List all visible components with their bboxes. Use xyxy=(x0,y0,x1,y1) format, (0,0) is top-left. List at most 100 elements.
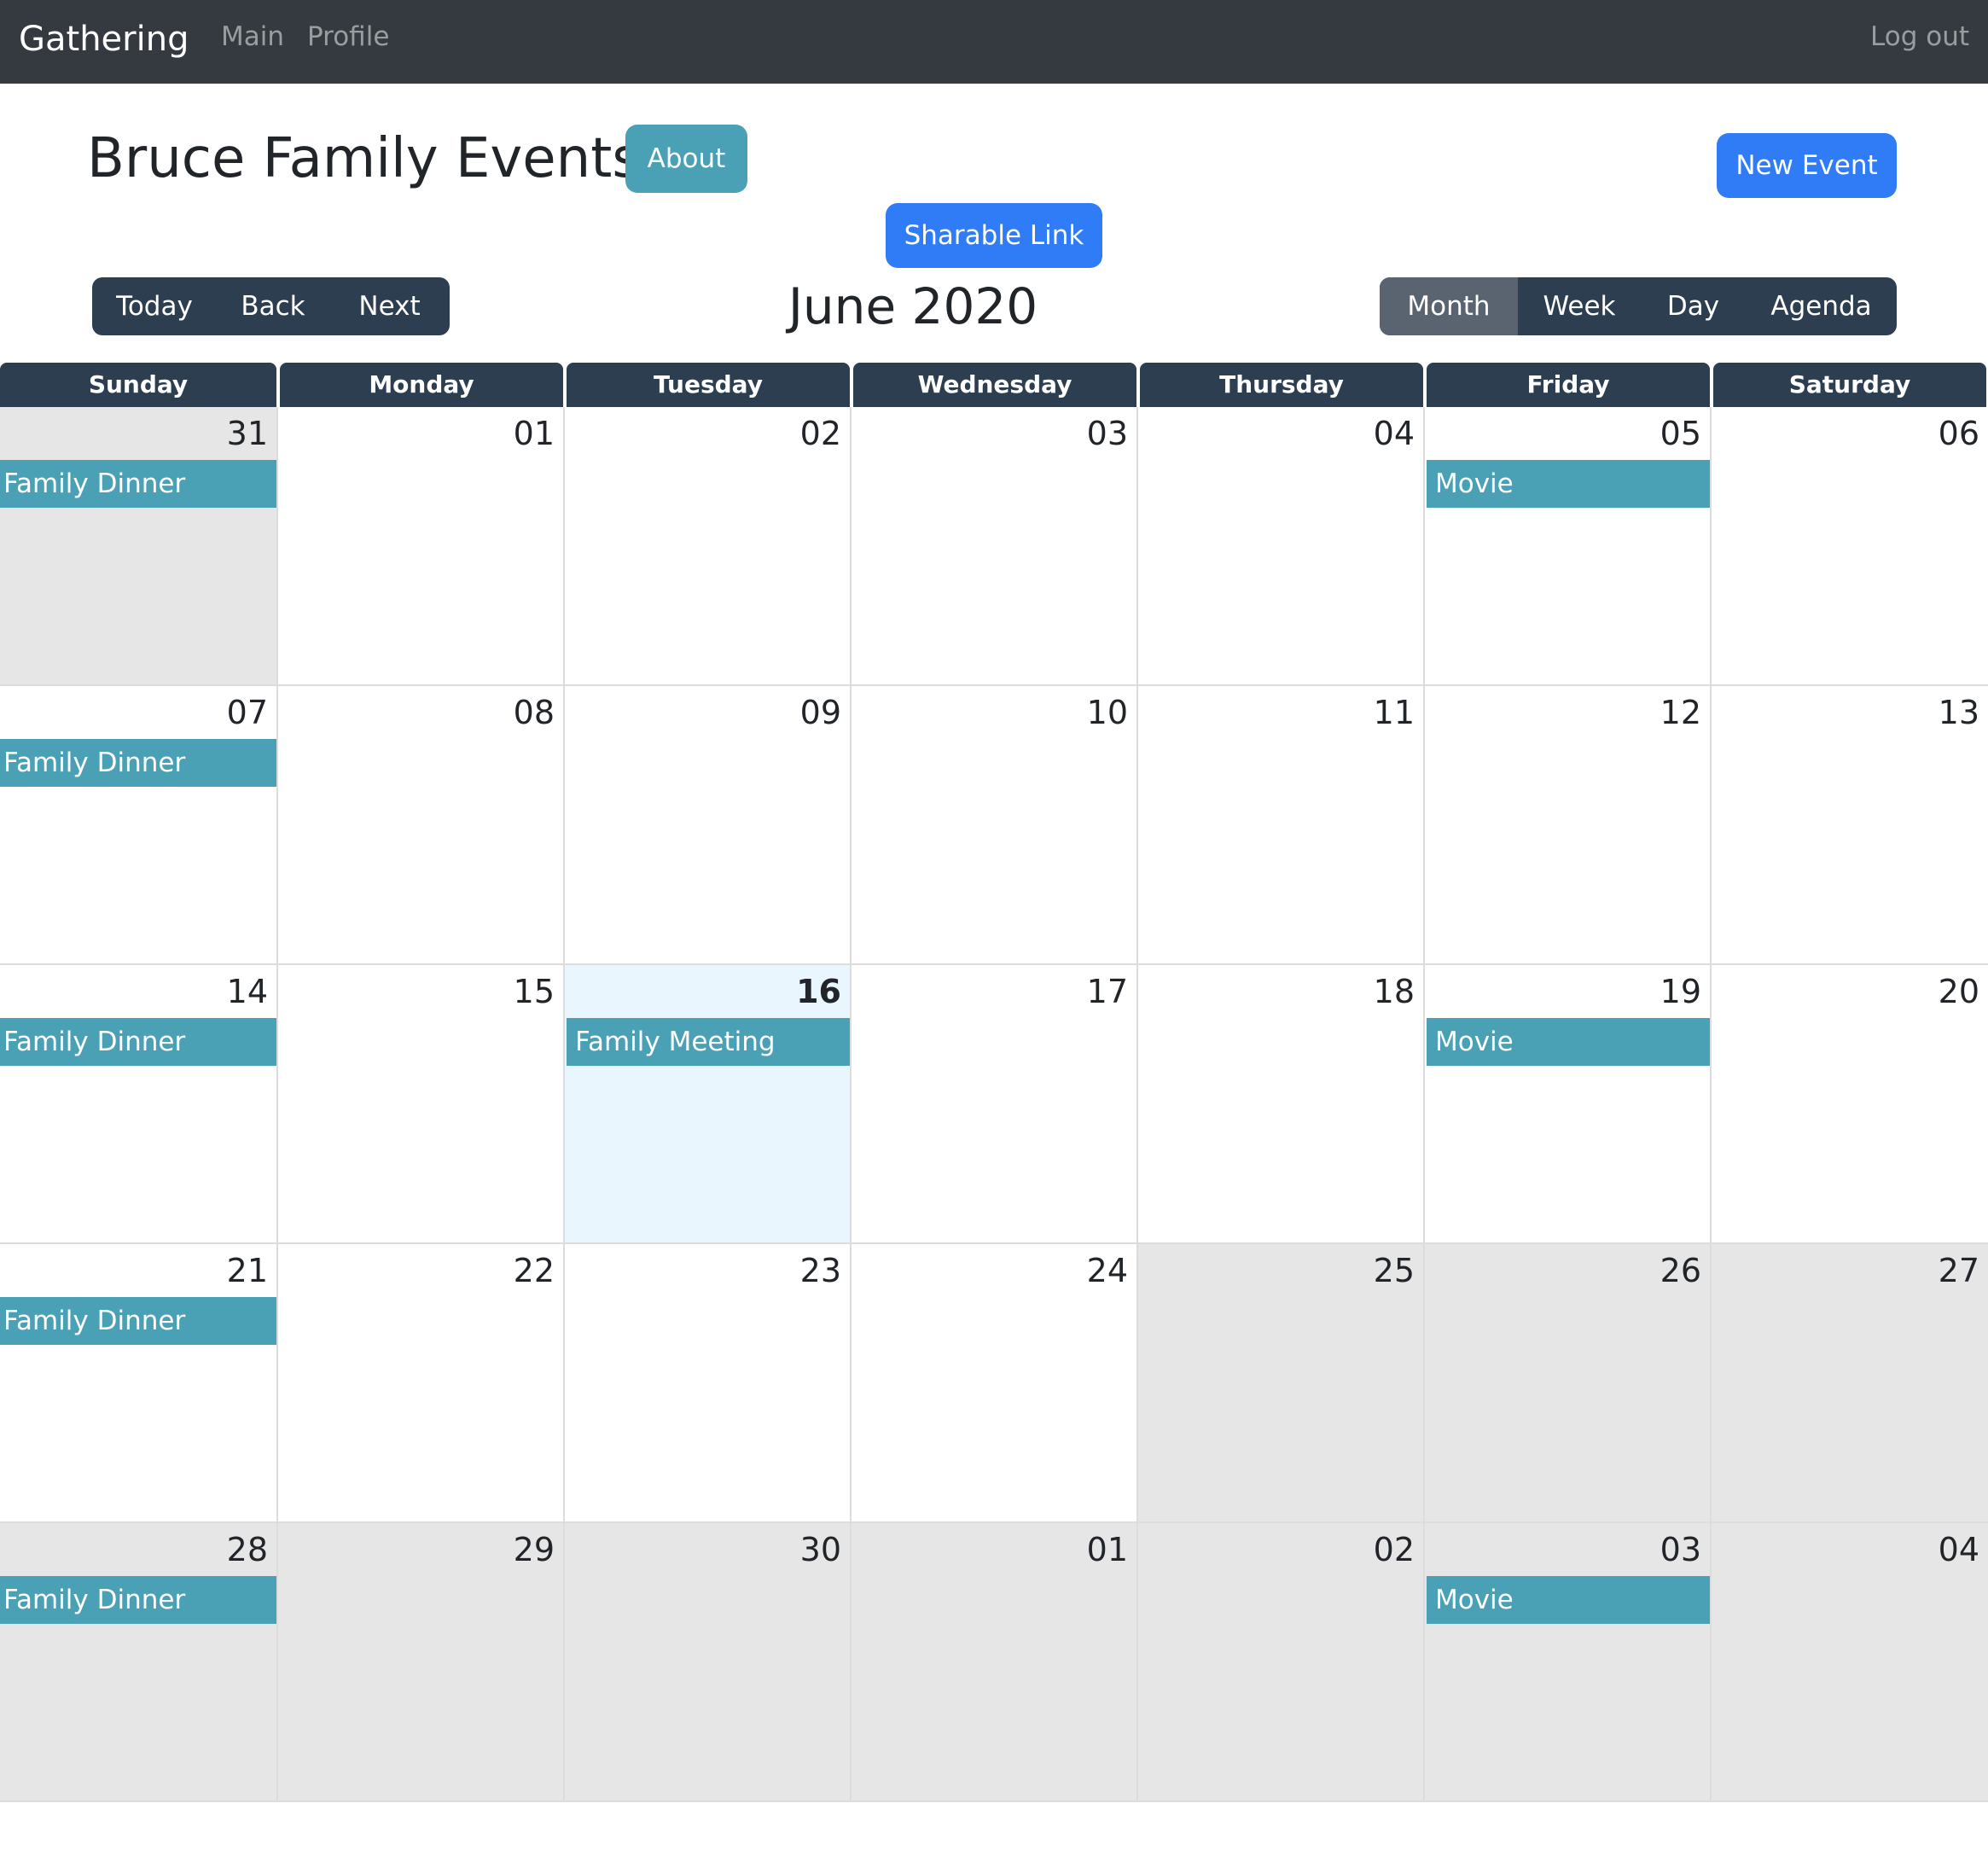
day-number[interactable]: 26 xyxy=(1660,1249,1701,1292)
calendar-day-cell[interactable]: 02 xyxy=(1138,1523,1425,1802)
day-number[interactable]: 07 xyxy=(227,691,268,734)
calendar-day-cell[interactable]: 19 Movie xyxy=(1425,965,1712,1244)
new-event-button[interactable]: New Event xyxy=(1717,133,1897,198)
day-number[interactable]: 19 xyxy=(1660,970,1701,1013)
nav-link-profile[interactable]: Profile xyxy=(307,0,389,84)
calendar-day-cell[interactable]: 21 Family Dinner xyxy=(0,1244,278,1523)
day-number[interactable]: 16 xyxy=(796,970,841,1013)
view-month-button[interactable]: Month xyxy=(1380,277,1518,335)
today-button[interactable]: Today xyxy=(92,277,217,335)
day-number[interactable]: 04 xyxy=(1939,1528,1979,1571)
day-number[interactable]: 31 xyxy=(227,412,268,455)
calendar-day-cell[interactable]: 04 xyxy=(1138,407,1425,686)
calendar-day-cell[interactable]: 10 xyxy=(852,686,1138,965)
calendar-day-cell[interactable]: 08 xyxy=(278,686,565,965)
calendar-day-cell[interactable]: 28 Family Dinner xyxy=(0,1523,278,1802)
calendar-event[interactable]: Family Dinner xyxy=(0,460,276,508)
calendar-day-cell[interactable]: 23 xyxy=(565,1244,852,1523)
day-number[interactable]: 27 xyxy=(1939,1249,1979,1292)
calendar-day-cell[interactable]: 24 xyxy=(852,1244,1138,1523)
calendar-day-cell[interactable]: 02 xyxy=(565,407,852,686)
brand-logo[interactable]: Gathering xyxy=(19,0,189,84)
weekday-header-tuesday: Tuesday xyxy=(567,363,850,407)
calendar-day-cell[interactable]: 07 Family Dinner xyxy=(0,686,278,965)
calendar-day-cell[interactable]: 31 Family Dinner xyxy=(0,407,278,686)
calendar-event[interactable]: Family Meeting xyxy=(567,1018,850,1066)
page-title: Bruce Family Events xyxy=(87,127,641,190)
day-number[interactable]: 15 xyxy=(514,970,555,1013)
calendar-day-cell[interactable]: 27 xyxy=(1712,1244,1988,1523)
day-number[interactable]: 04 xyxy=(1374,412,1415,455)
view-agenda-button[interactable]: Agenda xyxy=(1746,277,1897,335)
calendar-day-cell[interactable]: 01 xyxy=(852,1523,1138,1802)
day-number[interactable]: 29 xyxy=(514,1528,555,1571)
calendar-day-cell[interactable]: 20 xyxy=(1712,965,1988,1244)
calendar-day-cell[interactable]: 03 Movie xyxy=(1425,1523,1712,1802)
calendar-day-cell[interactable]: 06 xyxy=(1712,407,1988,686)
view-week-button[interactable]: Week xyxy=(1518,277,1641,335)
day-number[interactable]: 08 xyxy=(514,691,555,734)
calendar-day-cell[interactable]: 12 xyxy=(1425,686,1712,965)
day-number[interactable]: 02 xyxy=(800,412,841,455)
calendar-day-cell[interactable]: 25 xyxy=(1138,1244,1425,1523)
day-number[interactable]: 14 xyxy=(227,970,268,1013)
calendar-event[interactable]: Movie xyxy=(1427,460,1710,508)
calendar-view-group: Month Week Day Agenda xyxy=(1380,277,1897,335)
calendar-day-cell[interactable]: 03 xyxy=(852,407,1138,686)
day-number[interactable]: 25 xyxy=(1374,1249,1415,1292)
day-number[interactable]: 30 xyxy=(800,1528,841,1571)
calendar-day-cell[interactable]: 13 xyxy=(1712,686,1988,965)
calendar-day-cell[interactable]: 11 xyxy=(1138,686,1425,965)
calendar-day-cell[interactable]: 14 Family Dinner xyxy=(0,965,278,1244)
calendar-day-cell[interactable]: 30 xyxy=(565,1523,852,1802)
sharable-link-button[interactable]: Sharable Link xyxy=(886,203,1102,268)
day-number[interactable]: 02 xyxy=(1374,1528,1415,1571)
day-number[interactable]: 05 xyxy=(1660,412,1701,455)
calendar-day-cell[interactable]: 05 Movie xyxy=(1425,407,1712,686)
calendar-day-cell[interactable]: 29 xyxy=(278,1523,565,1802)
back-button[interactable]: Back xyxy=(217,277,329,335)
calendar-day-cell[interactable]: 09 xyxy=(565,686,852,965)
day-number[interactable]: 03 xyxy=(1660,1528,1701,1571)
day-number[interactable]: 18 xyxy=(1374,970,1415,1013)
about-button[interactable]: About xyxy=(625,125,747,193)
day-number[interactable]: 09 xyxy=(800,691,841,734)
day-number[interactable]: 28 xyxy=(227,1528,268,1571)
calendar-day-cell[interactable]: 17 xyxy=(852,965,1138,1244)
day-number[interactable]: 06 xyxy=(1939,412,1979,455)
day-number[interactable]: 17 xyxy=(1087,970,1128,1013)
weekday-header-saturday: Saturday xyxy=(1713,363,1986,407)
calendar-day-cell[interactable]: 15 xyxy=(278,965,565,1244)
calendar-day-cell[interactable]: 01 xyxy=(278,407,565,686)
calendar-event[interactable]: Movie xyxy=(1427,1018,1710,1066)
weekday-header-thursday: Thursday xyxy=(1140,363,1423,407)
day-number[interactable]: 10 xyxy=(1087,691,1128,734)
calendar-event[interactable]: Family Dinner xyxy=(0,739,276,787)
calendar-day-cell[interactable]: 16 Family Meeting xyxy=(565,965,852,1244)
day-number[interactable]: 11 xyxy=(1374,691,1415,734)
calendar-day-cell[interactable]: 26 xyxy=(1425,1244,1712,1523)
day-number[interactable]: 23 xyxy=(800,1249,841,1292)
day-number[interactable]: 03 xyxy=(1087,412,1128,455)
calendar-day-cell[interactable]: 18 xyxy=(1138,965,1425,1244)
calendar-day-cell[interactable]: 22 xyxy=(278,1244,565,1523)
calendar-day-cell[interactable]: 04 xyxy=(1712,1523,1988,1802)
calendar-nav-group: Today Back Next xyxy=(92,277,450,335)
calendar-event[interactable]: Family Dinner xyxy=(0,1018,276,1066)
calendar-event[interactable]: Family Dinner xyxy=(0,1576,276,1624)
day-number[interactable]: 22 xyxy=(514,1249,555,1292)
view-day-button[interactable]: Day xyxy=(1641,277,1746,335)
logout-link[interactable]: Log out xyxy=(1870,0,1969,84)
day-number[interactable]: 01 xyxy=(1087,1528,1128,1571)
weekday-header-sunday: Sunday xyxy=(0,363,276,407)
day-number[interactable]: 12 xyxy=(1660,691,1701,734)
calendar-event[interactable]: Movie xyxy=(1427,1576,1710,1624)
day-number[interactable]: 20 xyxy=(1939,970,1979,1013)
day-number[interactable]: 13 xyxy=(1939,691,1979,734)
day-number[interactable]: 24 xyxy=(1087,1249,1128,1292)
nav-link-main[interactable]: Main xyxy=(221,0,284,84)
day-number[interactable]: 01 xyxy=(514,412,555,455)
next-button[interactable]: Next xyxy=(329,277,450,335)
day-number[interactable]: 21 xyxy=(227,1249,268,1292)
calendar-event[interactable]: Family Dinner xyxy=(0,1297,276,1345)
